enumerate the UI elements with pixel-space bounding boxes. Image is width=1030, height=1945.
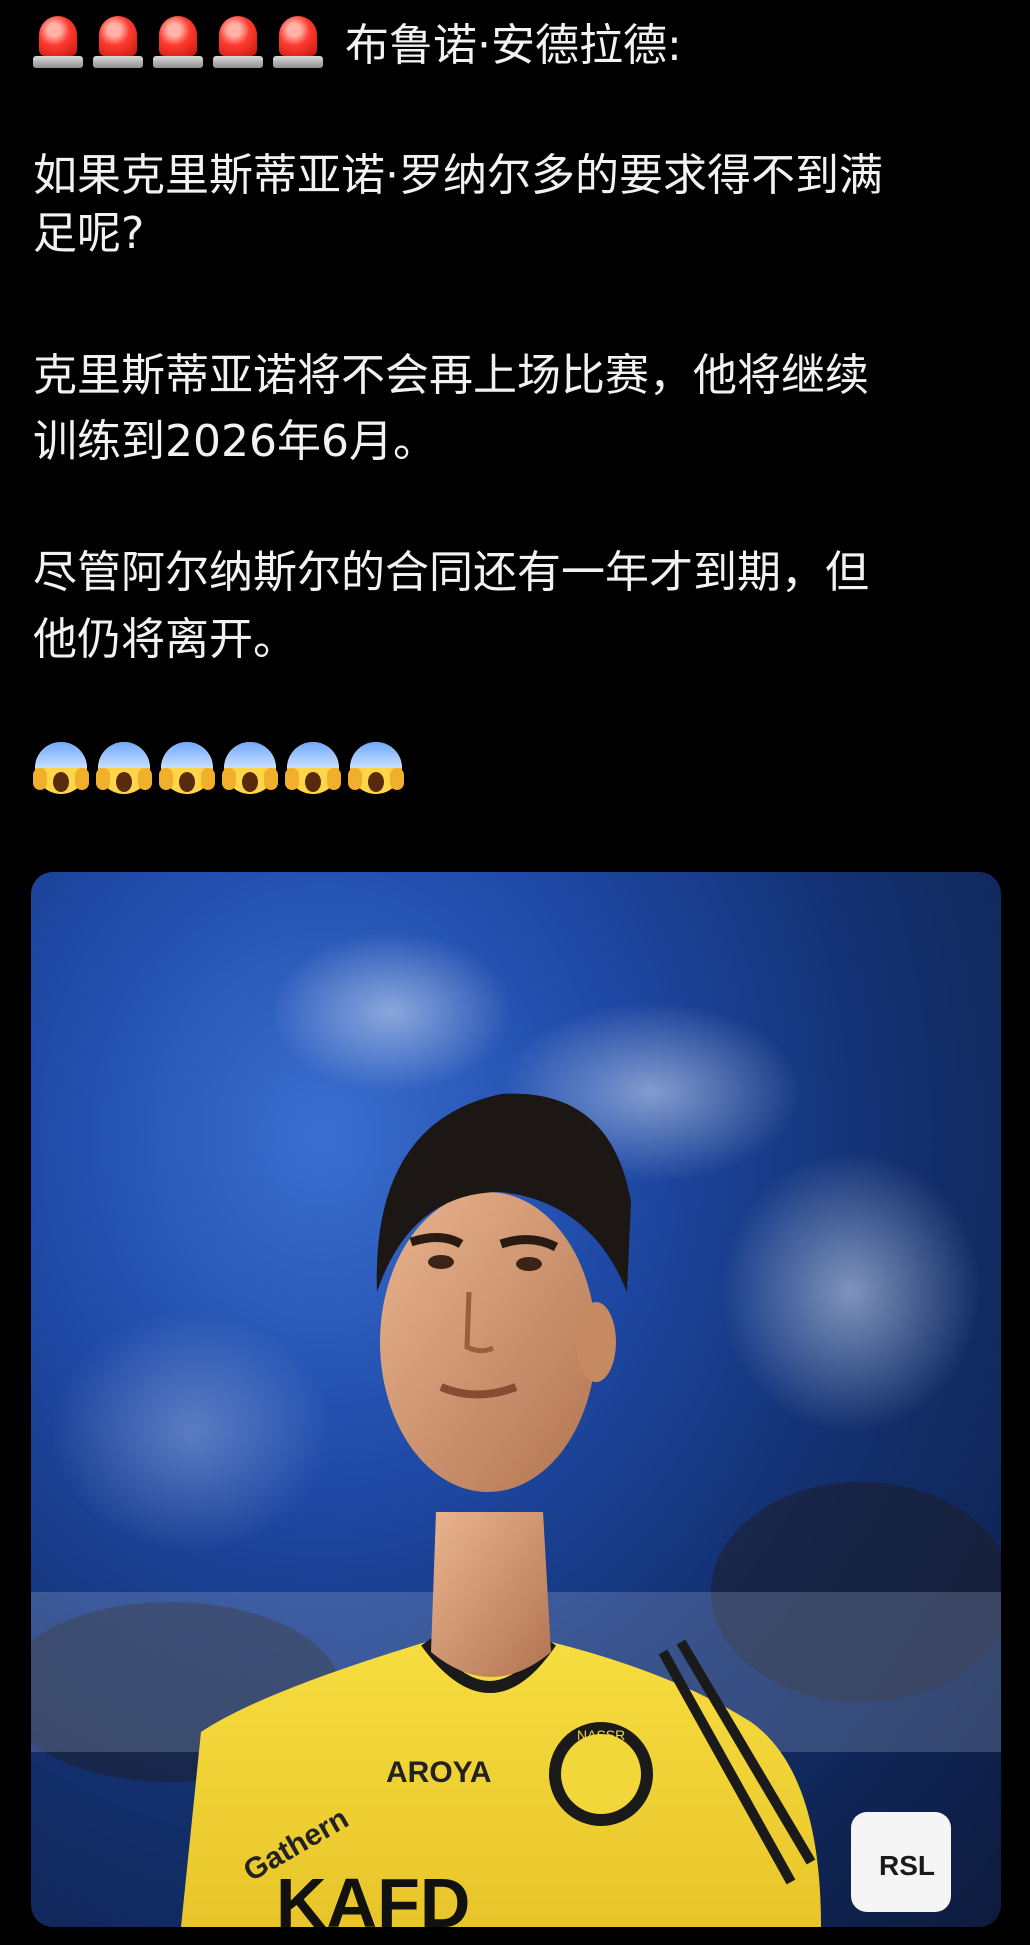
screaming-face-emoji-icon xyxy=(33,738,89,796)
jersey-front-text: KAFD xyxy=(276,1864,470,1927)
screaming-face-emoji-icon xyxy=(285,738,341,796)
paragraph-2-line-2: 训练到2026年6月。 xyxy=(33,416,437,467)
paragraph-1-line-2: 足呢? xyxy=(33,208,145,259)
paragraph-2-line-1: 克里斯蒂亚诺将不会再上场比赛，他将继续 xyxy=(33,350,869,401)
paragraph-3-line-2: 他仍将离开。 xyxy=(33,614,297,665)
player-illustration: Gathern AROYA KAFD NASSR RSL xyxy=(31,932,1001,1927)
scream-row xyxy=(33,738,404,796)
siren-emoji-icon xyxy=(213,14,263,70)
screaming-face-emoji-icon xyxy=(96,738,152,796)
siren-row xyxy=(33,14,323,70)
paragraph-3-line-1: 尽管阿尔纳斯尔的合同还有一年才到期，但 xyxy=(33,547,869,598)
screaming-face-emoji-icon xyxy=(222,738,278,796)
siren-emoji-icon xyxy=(273,14,323,70)
screaming-face-emoji-icon xyxy=(159,738,215,796)
jersey-patch-text: RSL xyxy=(879,1850,935,1881)
jersey-badge-text: NASSR xyxy=(577,1727,625,1743)
jersey-brand-text: AROYA xyxy=(386,1756,492,1789)
post-screenshot: 布鲁诺·安德拉德: 如果克里斯蒂亚诺·罗纳尔多的要求得不到满 足呢? 克里斯蒂亚… xyxy=(0,0,1030,1945)
player-photo[interactable]: Gathern AROYA KAFD NASSR RSL xyxy=(31,872,1001,1927)
siren-emoji-icon xyxy=(93,14,143,70)
paragraph-1-line-1: 如果克里斯蒂亚诺·罗纳尔多的要求得不到满 xyxy=(33,150,883,201)
siren-emoji-icon xyxy=(33,14,83,70)
author-heading: 布鲁诺·安德拉德: xyxy=(345,20,682,71)
siren-emoji-icon xyxy=(153,14,203,70)
screaming-face-emoji-icon xyxy=(348,738,404,796)
